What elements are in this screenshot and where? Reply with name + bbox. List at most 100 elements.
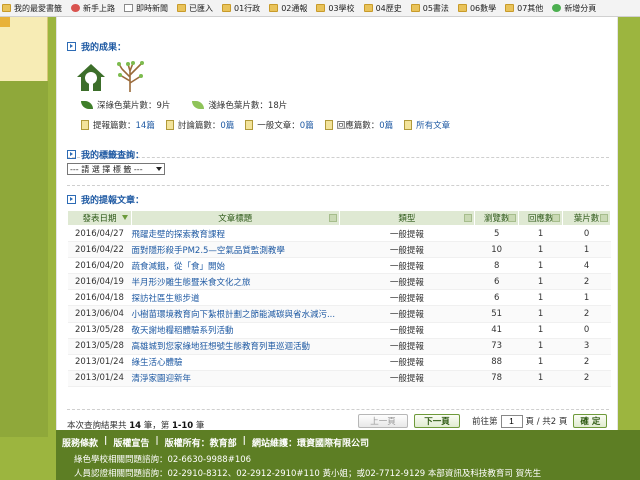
document-icon bbox=[165, 120, 174, 130]
folder-icon bbox=[222, 4, 231, 12]
right-margin bbox=[618, 17, 640, 430]
article-title-link[interactable]: 高雄城到您家綠地狂想號生態教育列車巡迴活動 bbox=[131, 342, 310, 352]
page-number-input[interactable] bbox=[500, 414, 523, 428]
tags-heading-text: 我的標籤查詢： bbox=[81, 151, 145, 161]
row-title-cell: 半月形沙雕生態暨米食文化之旅 bbox=[131, 273, 340, 291]
bookmark-item[interactable]: 06數學 bbox=[457, 3, 496, 14]
col-replies[interactable]: 回應數 bbox=[518, 210, 564, 226]
article-title-link[interactable]: 蔬食減餓，從「食」開始 bbox=[131, 262, 225, 272]
article-title-link[interactable]: 飛躍走壁的探索教育課程 bbox=[131, 230, 225, 240]
bookmark-item[interactable]: 07其他 bbox=[505, 3, 543, 14]
article-title-link[interactable]: 敬天謝地糧稻體驗系列活動 bbox=[131, 326, 233, 336]
bookmark-icon bbox=[124, 4, 133, 12]
goto-prefix: 前往第 bbox=[472, 417, 498, 427]
sapling-tree-icon bbox=[117, 61, 144, 92]
col-date[interactable]: 發表日期 bbox=[67, 210, 132, 226]
row-date: 2016/04/19 bbox=[67, 273, 132, 291]
footer-link[interactable]: 版權宣告 bbox=[113, 436, 149, 449]
row-type: 一般提報 bbox=[339, 289, 475, 307]
col-date-label: 發表日期 bbox=[82, 214, 117, 224]
goto-suffix: 頁 / 共2 頁 bbox=[525, 417, 568, 427]
table-row: 2013/01/24 清淨家園迎新年 一般提報 78 1 2 bbox=[67, 370, 611, 387]
reports-heading-text: 我的提報文章： bbox=[81, 196, 145, 206]
row-replies: 1 bbox=[518, 257, 563, 275]
row-date: 2013/05/28 bbox=[67, 322, 132, 339]
stat-value-link[interactable]: 0篇 bbox=[300, 119, 314, 131]
achievements-heading: 我的成果： bbox=[67, 40, 126, 53]
table-header-row: 發表日期 文章標題 類型 瀏覽數 回應數 葉片數 bbox=[67, 210, 611, 226]
row-date: 2016/04/22 bbox=[67, 241, 132, 259]
footer-separator: | bbox=[242, 436, 246, 446]
stat-value-link[interactable]: 0篇 bbox=[220, 119, 234, 131]
article-title-link[interactable]: 面對隱形殺手PM2.5—空氣品質監測教學 bbox=[131, 246, 284, 256]
row-views: 6 bbox=[474, 289, 519, 307]
row-views: 41 bbox=[474, 322, 519, 339]
leaf-counts: 深綠色葉片數：9片 淺綠色葉片數：18片 bbox=[81, 99, 287, 111]
table-row: 2013/05/28 敬天謝地糧稻體驗系列活動 一般提報 41 1 0 bbox=[67, 322, 611, 339]
prev-page-button[interactable]: 上一頁 bbox=[358, 414, 408, 428]
tags-heading: 我的標籤查詢： bbox=[67, 148, 144, 161]
article-title-link[interactable]: 半月形沙雕生態暨米食文化之旅 bbox=[131, 278, 250, 288]
footer-link[interactable]: 網站維護：環資國際有限公司 bbox=[252, 436, 369, 449]
row-views: 6 bbox=[474, 273, 519, 291]
row-title-cell: 敬天謝地糧稻體驗系列活動 bbox=[131, 322, 340, 339]
bookmark-item[interactable]: 已匯入 bbox=[177, 3, 213, 14]
footer-link[interactable]: 服務條款 bbox=[62, 436, 98, 449]
bookmark-item[interactable]: 04歷史 bbox=[363, 3, 402, 14]
col-views[interactable]: 瀏覽數 bbox=[474, 210, 520, 226]
bookmark-label: 新增分頁 bbox=[564, 3, 597, 13]
row-views: 10 bbox=[474, 241, 519, 259]
stat-value-link[interactable]: 0篇 bbox=[379, 119, 393, 131]
next-page-button[interactable]: 下一頁 bbox=[414, 414, 460, 428]
table-row: 2016/04/19 半月形沙雕生態暨米食文化之旅 一般提報 6 1 2 bbox=[67, 273, 611, 291]
row-replies: 1 bbox=[518, 241, 563, 259]
folder-icon bbox=[177, 4, 186, 12]
table-row: 2013/06/04 小樹苗環境教育向下紮根計劃之節能減碳與省水減污... 一般提報… bbox=[67, 305, 611, 323]
tag-select[interactable]: --- 請 選 擇 標 籤 --- bbox=[67, 163, 165, 175]
bookmark-item[interactable]: 03學校 bbox=[316, 3, 355, 14]
folder-icon bbox=[505, 4, 515, 12]
stat-value-link[interactable]: 14篇 bbox=[136, 119, 155, 131]
article-title-link[interactable]: 綠生活心體驗 bbox=[131, 358, 182, 368]
row-date: 2013/01/24 bbox=[67, 370, 132, 387]
bookmark-item[interactable]: 我的最愛書籤 bbox=[2, 3, 62, 14]
folder-icon bbox=[269, 4, 279, 12]
article-stats: 提報篇數： 14篇 討論篇數： 0篇 一般文章： 0篇 回應篇數： 0篇 所有文章 bbox=[81, 119, 461, 131]
row-leaves: 2 bbox=[562, 354, 611, 371]
row-replies: 1 bbox=[518, 338, 563, 355]
bookmark-item[interactable]: 新增分頁 bbox=[552, 3, 596, 14]
row-type: 一般提報 bbox=[339, 322, 475, 339]
col-leaves[interactable]: 葉片數 bbox=[562, 210, 611, 226]
row-views: 78 bbox=[474, 370, 519, 387]
row-leaves: 1 bbox=[562, 289, 611, 307]
article-title-link[interactable]: 小樹苗環境教育向下紮根計劃之節能減碳與省水減污... bbox=[131, 310, 335, 320]
row-date: 2013/05/28 bbox=[67, 338, 132, 355]
footer-link[interactable]: 版權所有：教育部 bbox=[165, 436, 237, 449]
confirm-button[interactable]: 確 定 bbox=[573, 414, 608, 428]
row-views: 88 bbox=[474, 354, 519, 371]
bookmark-item[interactable]: 05書法 bbox=[410, 3, 449, 14]
bookmark-item[interactable]: 即時新聞 bbox=[124, 3, 168, 14]
bookmark-item[interactable]: 01行政 bbox=[222, 3, 260, 14]
row-replies: 1 bbox=[518, 322, 563, 339]
row-date: 2013/01/24 bbox=[67, 354, 132, 371]
reports-table: 發表日期 文章標題 類型 瀏覽數 回應數 葉片數 2016/04/27 飛躍走壁的… bbox=[67, 210, 611, 387]
folder-icon bbox=[316, 4, 326, 12]
folder-icon bbox=[410, 4, 420, 12]
arrow-box-icon bbox=[67, 150, 76, 159]
article-title-link[interactable]: 清淨家園迎新年 bbox=[131, 374, 191, 384]
footer-separator: | bbox=[104, 436, 108, 446]
col-type[interactable]: 類型 bbox=[338, 210, 476, 226]
bookmark-item[interactable]: 02通報 bbox=[269, 3, 307, 14]
row-date: 2016/04/20 bbox=[67, 257, 132, 275]
all-articles-link[interactable]: 所有文章 bbox=[416, 119, 450, 131]
folder-icon bbox=[457, 4, 467, 12]
bookmark-label: 我的最愛書籤 bbox=[14, 3, 62, 13]
col-type-label: 類型 bbox=[398, 214, 416, 224]
row-type: 一般提報 bbox=[339, 225, 475, 243]
sort-icon bbox=[328, 214, 337, 222]
article-title-link[interactable]: 探訪社區生態步道 bbox=[131, 294, 199, 304]
col-title[interactable]: 文章標題 bbox=[130, 210, 340, 226]
bookmark-item[interactable]: 新手上路 bbox=[71, 3, 115, 14]
chevron-down-icon bbox=[156, 167, 162, 171]
